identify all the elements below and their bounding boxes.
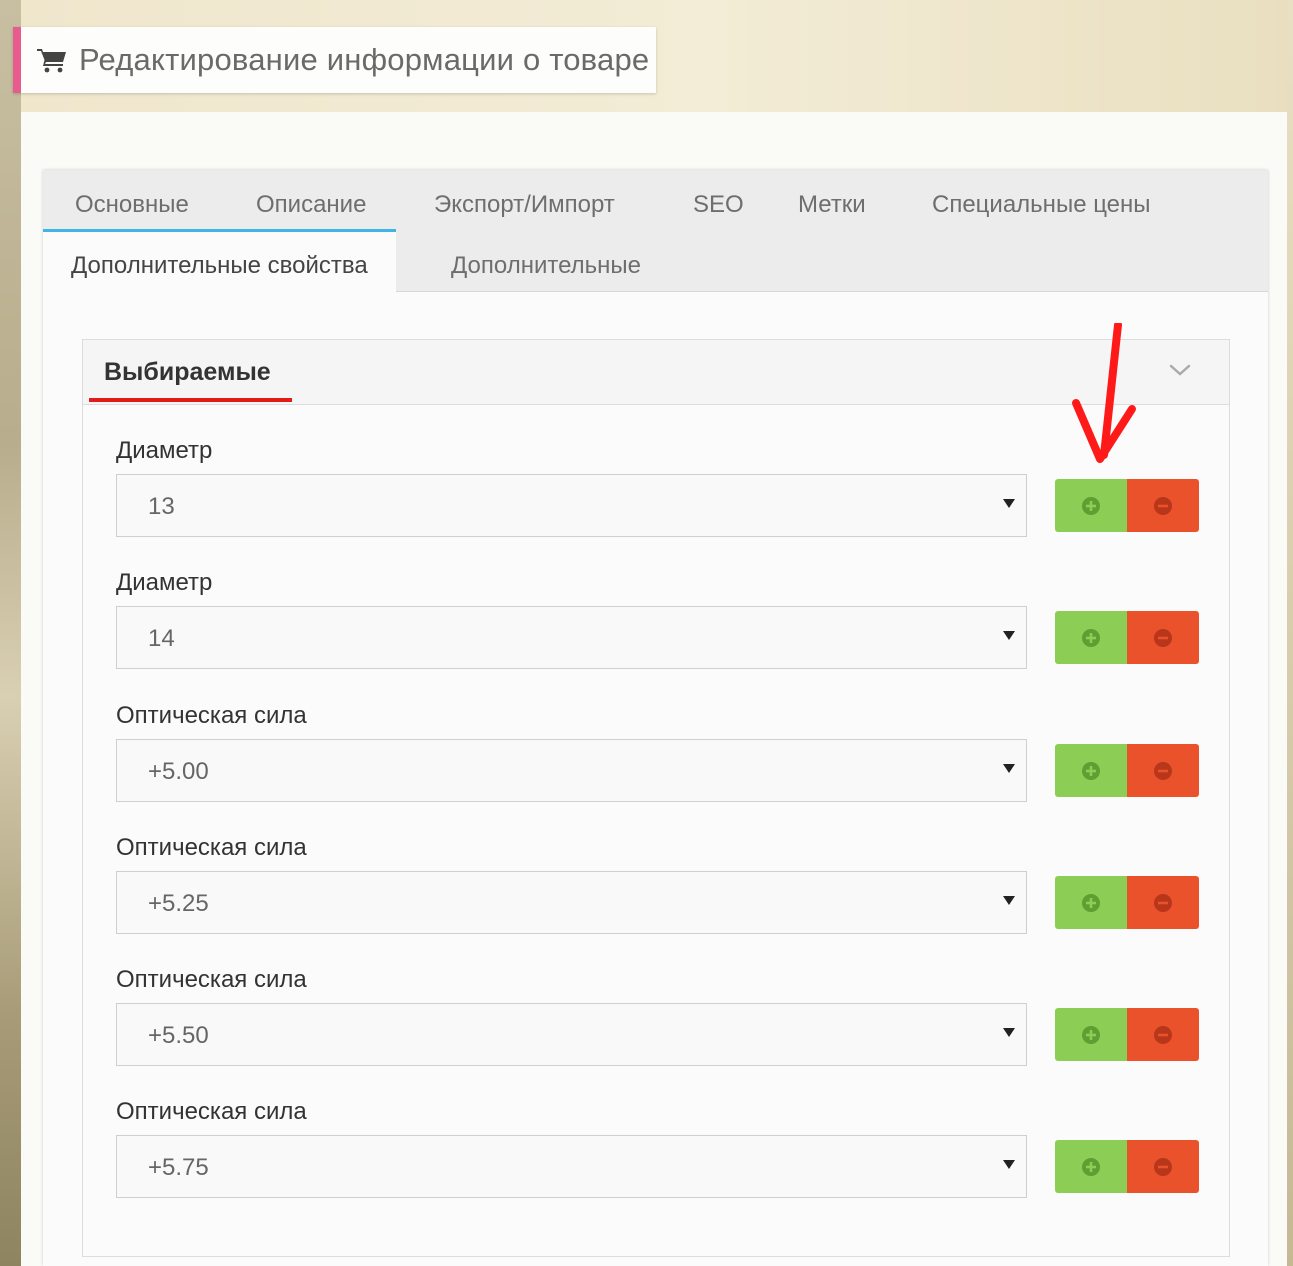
tab-tags[interactable]: Метки <box>798 191 866 219</box>
plus-circle-icon <box>1082 1157 1100 1176</box>
page-title: Редактирование информации о товаре <box>79 42 650 77</box>
option-selected-value: +5.50 <box>148 1022 209 1049</box>
add-option-button[interactable] <box>1055 876 1127 929</box>
tab-seo[interactable]: SEO <box>693 191 744 219</box>
section-header[interactable]: Выбираемые <box>83 340 1229 405</box>
select-caret-icon <box>1003 499 1015 508</box>
page-backdrop-left <box>0 0 21 1266</box>
tab-main[interactable]: Основные <box>75 191 189 219</box>
minus-circle-icon <box>1154 1025 1172 1044</box>
add-option-button[interactable] <box>1055 1008 1127 1061</box>
section-title-underline <box>89 398 292 402</box>
add-option-button[interactable] <box>1055 744 1127 797</box>
plus-circle-icon <box>1082 628 1100 647</box>
tab-additional-properties[interactable]: Дополнительные свойства <box>43 229 396 292</box>
page-backdrop-right <box>1287 0 1293 1266</box>
minus-circle-icon <box>1154 628 1172 647</box>
tab-special-prices[interactable]: Специальные цены <box>932 191 1151 219</box>
red-arrow-annotation <box>1072 323 1136 463</box>
option-label: Оптическая сила <box>116 1098 307 1125</box>
remove-option-button[interactable] <box>1127 611 1199 664</box>
minus-circle-icon <box>1154 496 1172 515</box>
option-selected-value: 13 <box>148 493 175 520</box>
remove-option-button[interactable] <box>1127 1140 1199 1193</box>
plus-circle-icon <box>1082 893 1100 912</box>
remove-option-button[interactable] <box>1127 479 1199 532</box>
option-selected-value: +5.25 <box>148 890 209 917</box>
option-select[interactable]: 13 <box>116 474 1027 537</box>
option-select[interactable]: +5.00 <box>116 739 1027 802</box>
option-label: Оптическая сила <box>116 966 307 993</box>
section-title: Выбираемые <box>104 358 271 386</box>
option-label: Оптическая сила <box>116 834 307 861</box>
option-label: Диаметр <box>116 437 213 464</box>
add-option-button[interactable] <box>1055 1140 1127 1193</box>
remove-option-button[interactable] <box>1127 1008 1199 1061</box>
option-selected-value: +5.75 <box>148 1154 209 1181</box>
tab-bar: Основные Описание Экспорт/Импорт SEO Мет… <box>43 170 1268 292</box>
minus-circle-icon <box>1154 761 1172 780</box>
option-selected-value: +5.00 <box>148 758 209 785</box>
tab-additional[interactable]: Дополнительные <box>451 252 641 280</box>
option-label: Диаметр <box>116 569 213 596</box>
add-option-button[interactable] <box>1055 611 1127 664</box>
option-select[interactable]: +5.50 <box>116 1003 1027 1066</box>
select-caret-icon <box>1003 631 1015 640</box>
page-title-box: Редактирование информации о товаре <box>13 27 656 93</box>
plus-circle-icon <box>1082 496 1100 515</box>
add-option-button[interactable] <box>1055 479 1127 532</box>
option-select[interactable]: 14 <box>116 606 1027 669</box>
select-caret-icon <box>1003 1028 1015 1037</box>
chevron-down-icon[interactable] <box>1168 362 1192 378</box>
tab-description[interactable]: Описание <box>256 191 366 219</box>
minus-circle-icon <box>1154 893 1172 912</box>
minus-circle-icon <box>1154 1157 1172 1176</box>
shopping-cart-icon <box>37 49 66 73</box>
option-selected-value: 14 <box>148 625 175 652</box>
plus-circle-icon <box>1082 761 1100 780</box>
remove-option-button[interactable] <box>1127 876 1199 929</box>
select-caret-icon <box>1003 896 1015 905</box>
select-caret-icon <box>1003 764 1015 773</box>
option-label: Оптическая сила <box>116 702 307 729</box>
select-caret-icon <box>1003 1160 1015 1169</box>
plus-circle-icon <box>1082 1025 1100 1044</box>
remove-option-button[interactable] <box>1127 744 1199 797</box>
option-select[interactable]: +5.25 <box>116 871 1027 934</box>
tab-export-import[interactable]: Экспорт/Импорт <box>434 191 615 219</box>
option-select[interactable]: +5.75 <box>116 1135 1027 1198</box>
